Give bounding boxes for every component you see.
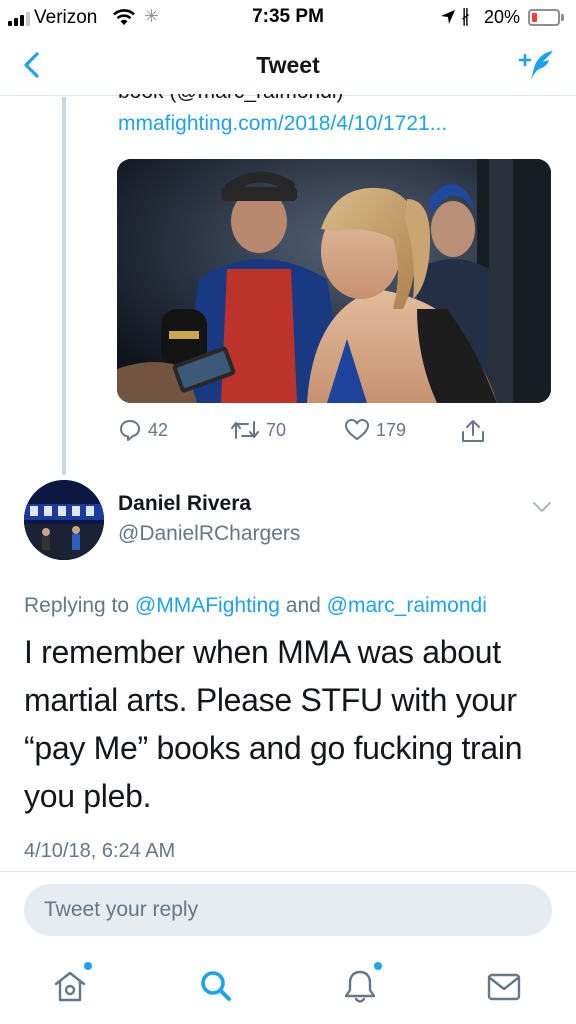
thread-line	[62, 97, 66, 475]
photo-image	[117, 159, 551, 403]
mail-icon	[487, 973, 521, 1001]
battery-icon	[528, 9, 560, 26]
share-icon	[462, 420, 484, 442]
reply-input[interactable]: Tweet your reply	[24, 884, 552, 936]
tweet-text: I remember when MMA was about martial ar…	[24, 634, 523, 814]
reply-icon	[120, 420, 140, 441]
replying-to: Replying to @MMAFighting and @marc_raimo…	[24, 594, 487, 618]
reply-action[interactable]: 42	[118, 418, 168, 442]
replying-prefix: Replying to	[24, 594, 130, 617]
avatar-image	[24, 480, 104, 560]
like-count: 179	[376, 419, 407, 440]
tweet-media-photo[interactable]	[117, 159, 551, 403]
reply-count: 42	[148, 419, 169, 440]
status-bar: Verizon ✳ 7:35 PM ∦ 20%	[0, 0, 576, 36]
retweet-icon	[231, 421, 259, 439]
mention-link[interactable]: @marc_raimondi	[327, 594, 487, 617]
share-action[interactable]	[460, 418, 486, 444]
bluetooth-icon: ∦	[461, 6, 470, 26]
nav-bar: Tweet	[0, 36, 576, 96]
heart-icon	[345, 419, 369, 440]
home-notification-dot	[84, 962, 92, 970]
mention-link[interactable]: @MMAFighting	[135, 594, 280, 617]
search-icon	[201, 971, 231, 1001]
tab-search[interactable]	[196, 966, 236, 1006]
tweet-actions: 42 70 179	[118, 418, 498, 454]
tab-notifications[interactable]	[340, 962, 382, 1006]
compose-tweet-icon[interactable]	[518, 48, 556, 82]
home-icon	[54, 971, 86, 1002]
divider	[0, 871, 576, 872]
bell-icon	[344, 970, 376, 1003]
tab-home[interactable]	[50, 962, 92, 1006]
tab-bar	[0, 948, 576, 1024]
battery-percent: 20%	[484, 7, 521, 27]
chevron-down-icon[interactable]	[532, 500, 552, 514]
location-icon	[441, 10, 455, 24]
tweet-timestamp: 4/10/18, 6:24 AM	[24, 840, 176, 862]
tab-messages[interactable]	[484, 966, 524, 1006]
article-link[interactable]: mmafighting.com/2018/4/10/1721...	[118, 112, 447, 136]
author-handle[interactable]: @DanielRChargers	[118, 522, 300, 546]
retweet-count: 70	[266, 419, 287, 440]
page-title: Tweet	[256, 52, 320, 78]
notifications-dot	[374, 962, 382, 970]
replying-conjunction: and	[285, 594, 321, 617]
retweet-action[interactable]: 70	[230, 418, 286, 442]
author-name[interactable]: Daniel Rivera	[118, 492, 251, 516]
like-action[interactable]: 179	[344, 418, 406, 442]
reply-placeholder: Tweet your reply	[44, 898, 199, 921]
avatar[interactable]	[24, 480, 104, 560]
battery-tip	[561, 14, 564, 21]
